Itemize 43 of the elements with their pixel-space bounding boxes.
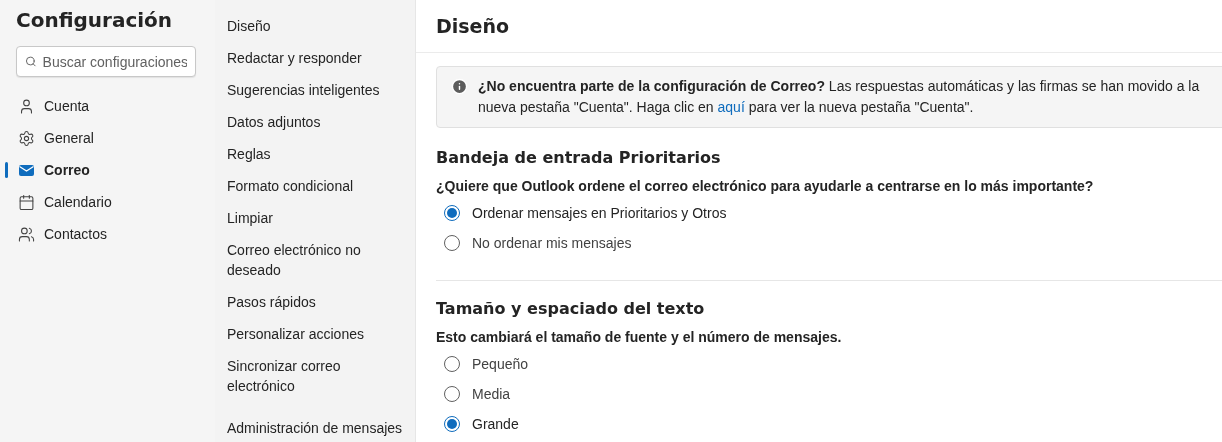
subnav-item[interactable]: Redactar y responder — [215, 42, 415, 74]
subnav-item[interactable]: Personalizar acciones — [215, 318, 415, 350]
section-heading: Tamaño y espaciado del texto — [436, 299, 706, 318]
page-title: Diseño — [416, 0, 1222, 53]
selection-bar — [5, 162, 8, 178]
settings-title: Configuración — [15, 8, 174, 32]
radio-label: Grande — [472, 416, 519, 432]
subnav-item[interactable]: Reglas — [215, 138, 415, 170]
section-heading: Bandeja de entrada Prioritarios — [436, 148, 722, 167]
radio-label: Pequeño — [472, 356, 529, 372]
settings-icon — [18, 129, 35, 147]
nav-label: Contactos — [44, 226, 108, 242]
notice-text: ¿No encuentra parte de la configuración de Correo? Las respuestas automáticas y las firmas se han movido a la nueva pestaña "Cuenta". Haga clic en aquí para ver la nueva pestaña "Cuenta". — [478, 77, 1201, 117]
subnav-item[interactable]: Correo electrónico no deseado — [215, 234, 415, 286]
nav-item[interactable]: General — [0, 122, 215, 154]
info-icon — [451, 78, 468, 95]
section-question: Esto cambiará el tamaño de fuente y el número de mensajes. — [436, 329, 843, 345]
people-icon — [18, 225, 35, 243]
nav-item[interactable]: Cuenta — [0, 90, 215, 122]
subnav-item[interactable]: Datos adjuntos — [215, 106, 415, 138]
nav-label: General — [44, 130, 94, 146]
search-icon — [25, 55, 37, 68]
nav-label: Correo — [44, 162, 90, 178]
nav-label: Calendario — [44, 194, 112, 210]
radio-label: Media — [472, 386, 511, 402]
subnav-item[interactable]: Sugerencias inteligentes — [215, 74, 415, 106]
person-icon — [18, 97, 35, 115]
subnav-item[interactable]: Diseño — [215, 10, 415, 42]
nav-item[interactable]: Correo — [0, 154, 215, 186]
notice-link[interactable]: aquí — [717, 99, 745, 115]
subnav-item[interactable]: Pasos rápidos — [215, 286, 415, 318]
subnav-item[interactable]: Limpiar — [215, 202, 415, 234]
radio-label: Ordenar mensajes en Prioritarios y Otros — [472, 205, 727, 221]
subnav-item[interactable]: Administración de mensajes — [215, 412, 415, 442]
nav-label: Cuenta — [44, 98, 90, 114]
section-question: ¿Quiere que Outlook ordene el correo electrónico para ayudarle a centrarse en lo más importante? — [436, 178, 1095, 194]
calendar-icon — [18, 193, 35, 211]
subnav-item[interactable]: Sincronizar correo electrónico — [215, 350, 415, 402]
radio-label: No ordenar mis mensajes — [472, 235, 632, 251]
nav-item[interactable]: Calendario — [0, 186, 215, 218]
search-field[interactable]: Buscar configuraciones — [16, 46, 196, 77]
subnav-item[interactable]: Formato condicional — [215, 170, 415, 202]
nav-item[interactable]: Contactos — [0, 218, 215, 250]
